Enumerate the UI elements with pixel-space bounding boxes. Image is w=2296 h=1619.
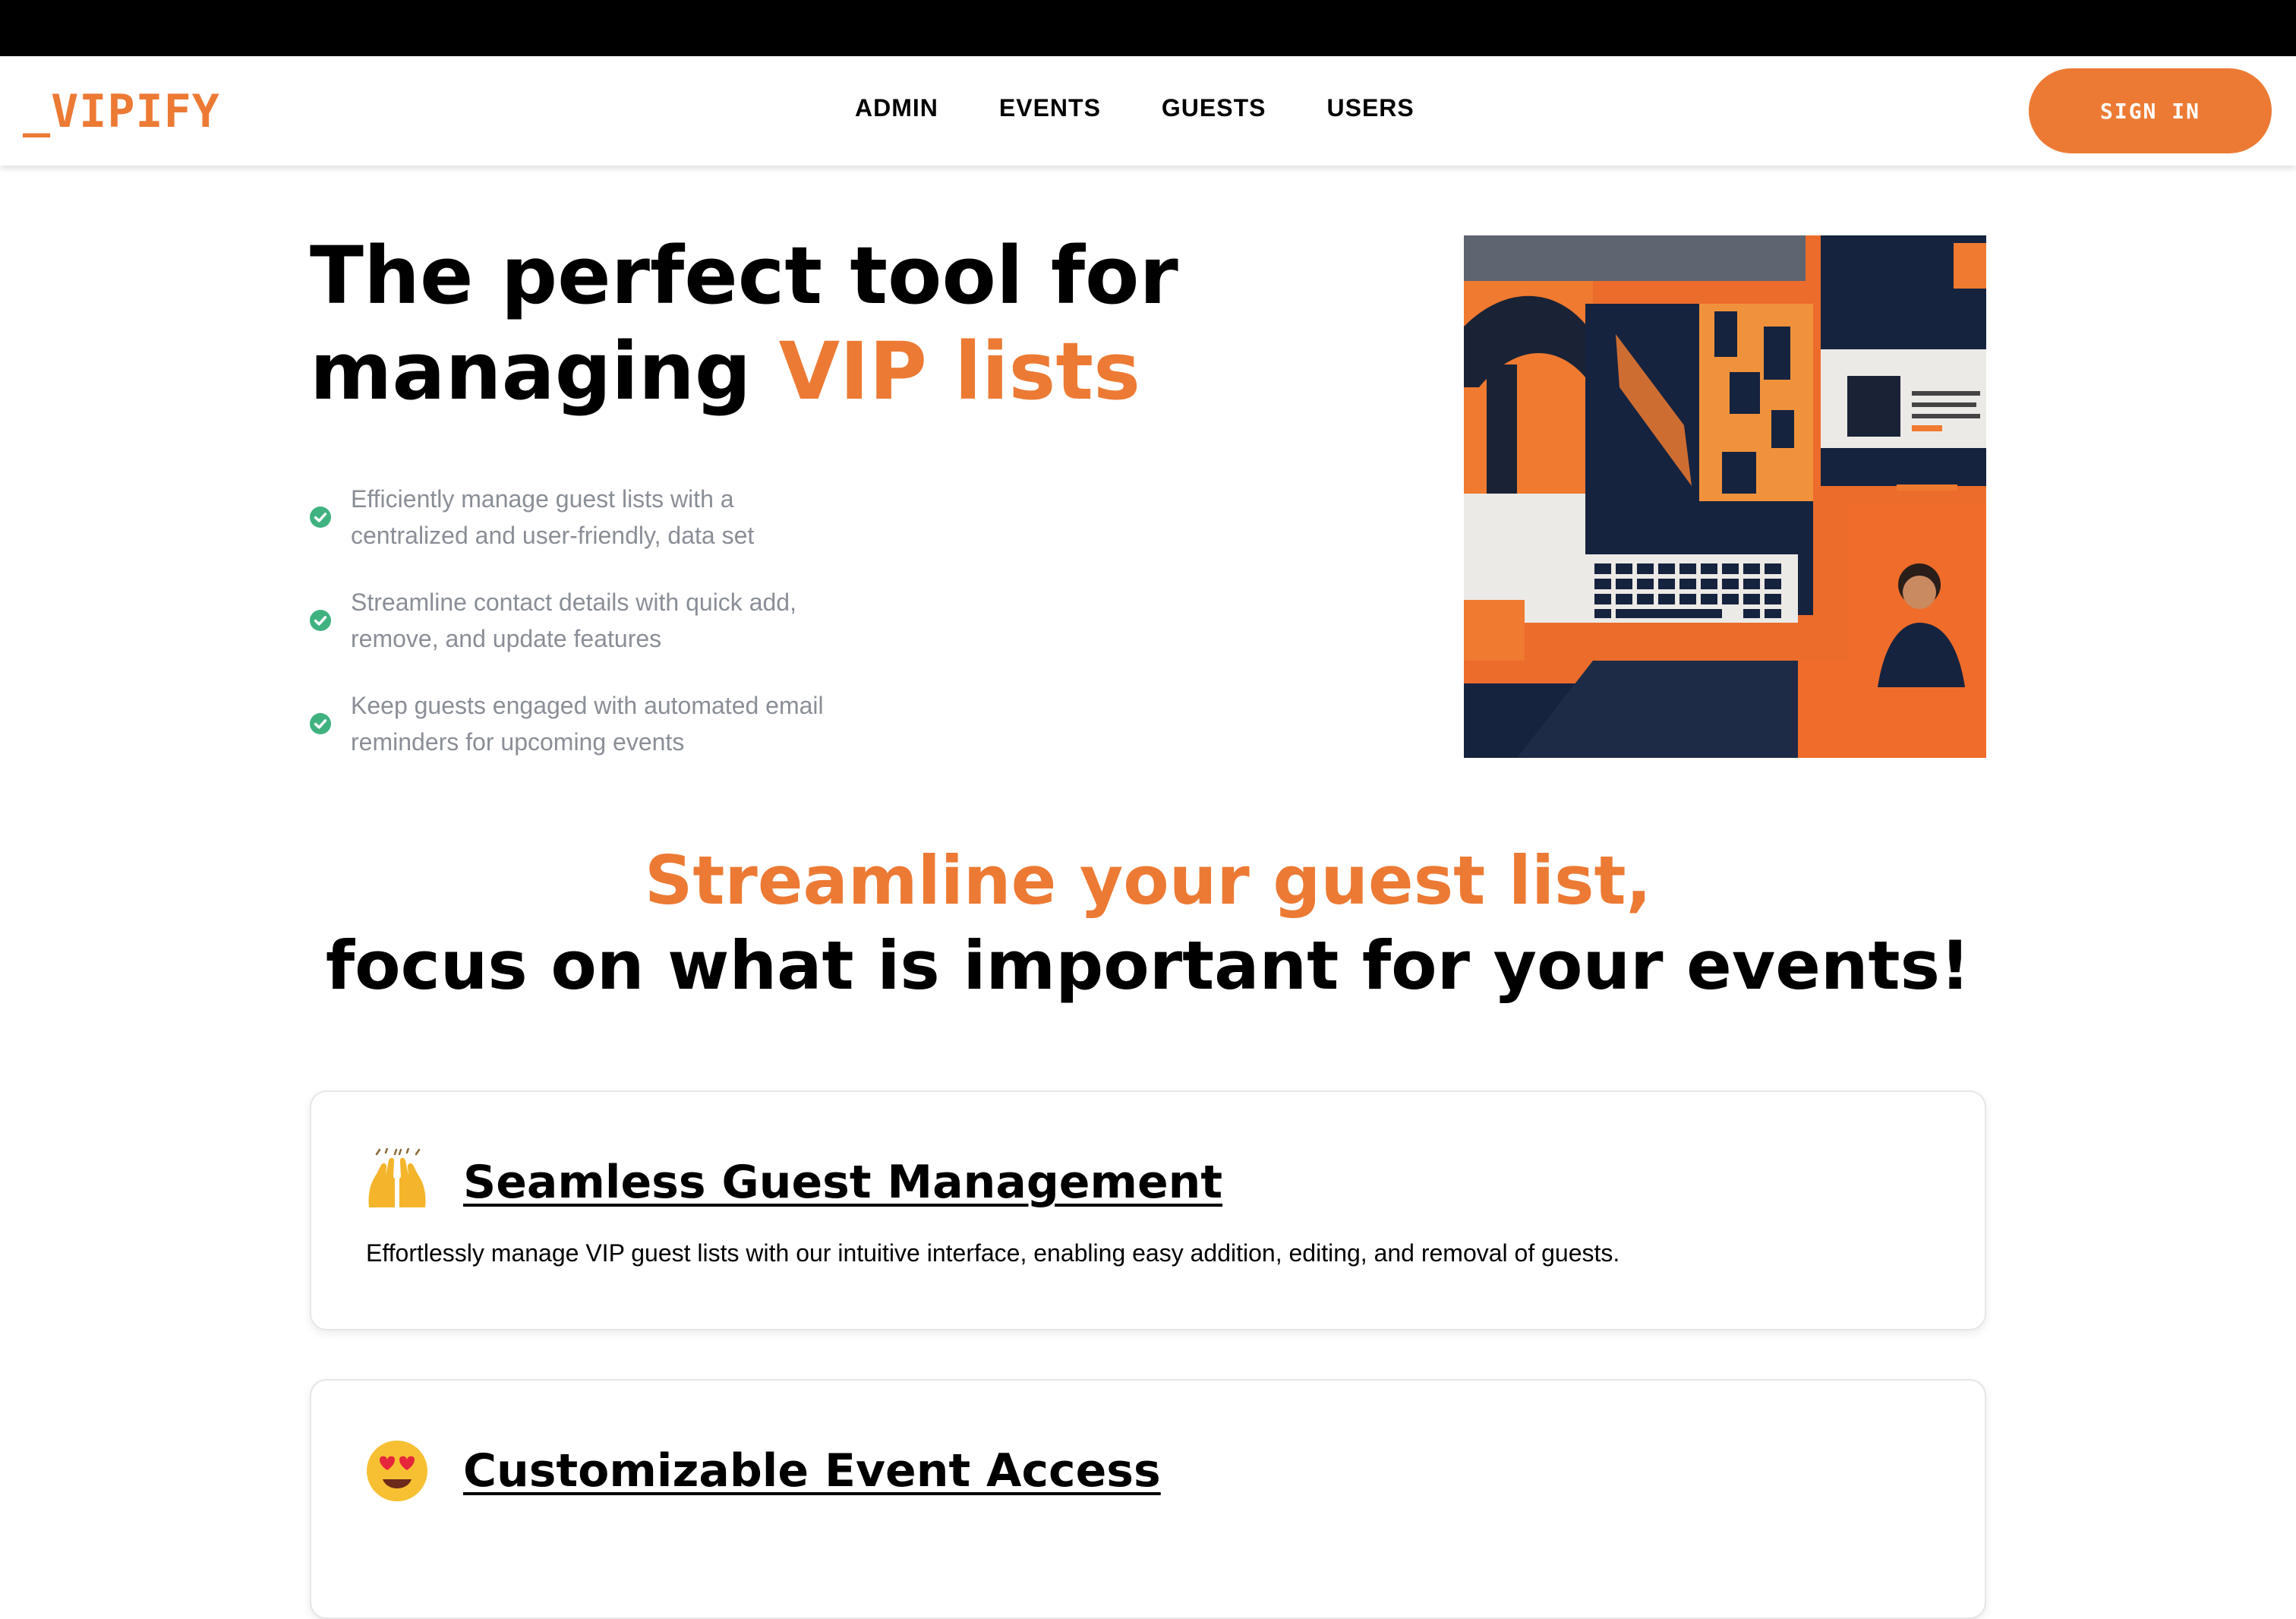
check-circle-icon [310,610,331,631]
hero-title-line1: The perfect tool for [310,229,1178,322]
nav-link-guests[interactable]: GUESTS [1162,94,1266,122]
card-title-link[interactable]: Customizable Event Access [463,1437,1161,1505]
feature-text: Keep guests engaged with automated email… [351,692,824,756]
hero-illustration [1464,235,1986,758]
section-title-line2: focus on what is important for your even… [325,926,1971,1005]
card-title-link[interactable]: Seamless Guest Management [463,1148,1222,1217]
heart-eyes-icon [367,1441,427,1501]
hero-title-accent: VIP lists [778,325,1140,418]
raising-hands-icon [368,1148,426,1207]
logo[interactable]: _VIPIFY [23,85,220,138]
section-title: Streamline your guest list, focus on wha… [0,837,2296,1007]
nav-link-admin[interactable]: ADMIN [855,94,938,122]
section-title-line1: Streamline your guest list, [644,841,1651,920]
feature-item: Streamline contact details with quick ad… [310,583,856,658]
feature-item: Keep guests engaged with automated email… [310,686,856,761]
feature-text: Efficiently manage guest lists with a ce… [351,485,755,549]
feature-item: Efficiently manage guest lists with a ce… [310,480,856,554]
card-description: Effortlessly manage VIP guest lists with… [366,1239,1620,1267]
sign-in-button[interactable]: SIGN IN [2029,68,2272,153]
nav-link-events[interactable]: EVENTS [999,94,1101,122]
hero-title: The perfect tool for managing VIP lists [310,228,1297,419]
feature-card-guest-management: Seamless Guest Management Effortlessly m… [310,1090,1986,1330]
hero-title-line2-prefix: managing [310,325,779,418]
check-circle-icon [310,713,331,734]
navbar: _VIPIFY ADMIN EVENTS GUESTS USERS SIGN I… [0,56,2296,166]
feature-text: Streamline contact details with quick ad… [351,589,796,652]
check-circle-icon [310,507,331,528]
hero-features-list: Efficiently manage guest lists with a ce… [310,480,856,790]
feature-card-event-access: Customizable Event Access [310,1379,1986,1619]
nav-link-users[interactable]: USERS [1326,94,1414,122]
browser-top-bar [0,0,2296,56]
main-nav: ADMIN EVENTS GUESTS USERS [855,94,1414,122]
